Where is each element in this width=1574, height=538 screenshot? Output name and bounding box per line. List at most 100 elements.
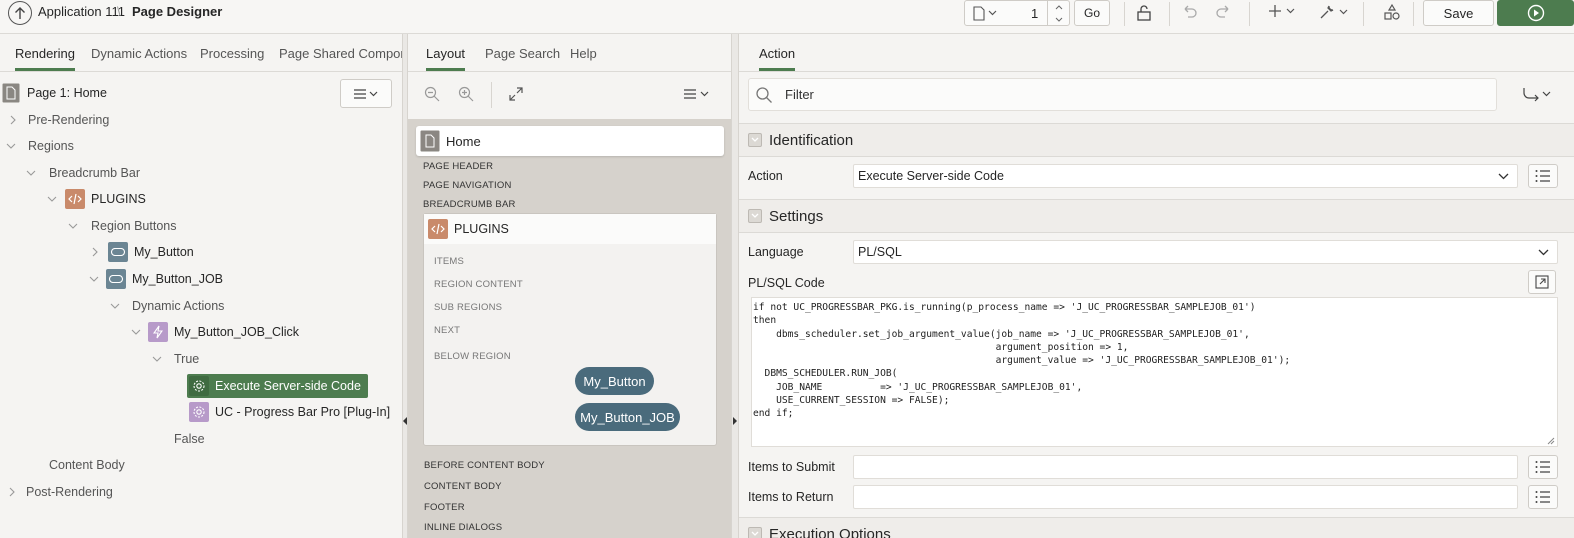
code-icon (65, 189, 85, 209)
tree-dynamic-actions[interactable]: Dynamic Actions (110, 294, 224, 318)
utilities-wrench-icon[interactable] (1318, 3, 1348, 21)
chevron-down-icon[interactable] (748, 209, 762, 223)
tree-false-branch[interactable]: False (174, 427, 205, 451)
chevron-down-icon (89, 276, 99, 282)
tree-my-button-job[interactable]: My_Button_JOB (89, 267, 223, 291)
zoom-in-icon[interactable] (458, 86, 474, 102)
breadcrumb-separator: \ (117, 4, 121, 19)
chevron-down-icon (988, 10, 997, 16)
tree-execute-server-side-code[interactable]: Execute Server-side Code (187, 374, 368, 398)
chevron-down-icon[interactable] (748, 527, 762, 538)
tree-regions[interactable]: Regions (6, 134, 74, 158)
left-tabbar: Rendering Dynamic Actions Processing Pag… (0, 34, 402, 72)
tree-post-rendering[interactable]: Post-Rendering (8, 480, 113, 504)
lock-icon[interactable] (1134, 3, 1154, 23)
expand-icon[interactable] (508, 86, 524, 102)
items-to-submit-label: Items to Submit (748, 460, 835, 474)
right-tabbar: Action (739, 34, 1574, 72)
shared-components-icon[interactable] (1383, 3, 1401, 21)
undo-icon[interactable] (1181, 3, 1199, 21)
tab-help[interactable]: Help (570, 46, 597, 61)
create-menu-icon[interactable] (1268, 4, 1295, 18)
language-select[interactable]: PL/SQL (853, 240, 1558, 264)
zoom-out-icon[interactable] (424, 86, 440, 102)
chevron-down-icon[interactable] (748, 133, 762, 147)
tab-layout[interactable]: Layout (426, 46, 466, 71)
items-to-return-field[interactable] (853, 485, 1518, 509)
tree-plugins-region[interactable]: PLUGINS (47, 187, 146, 211)
plsql-code-label: PL/SQL Code (748, 276, 825, 290)
home-page-box[interactable]: Home (416, 126, 724, 156)
action-label: Action (748, 169, 783, 183)
action-list-button[interactable] (1528, 164, 1558, 188)
go-button[interactable]: Go (1074, 0, 1110, 26)
go-to-group-icon[interactable] (1522, 86, 1552, 102)
up-icon[interactable] (8, 1, 32, 25)
list-icon (1535, 170, 1550, 182)
chevron-down-icon (1538, 249, 1549, 256)
chevron-down-icon (47, 196, 57, 202)
lightning-icon (148, 322, 168, 342)
items-to-return-list-button[interactable] (1528, 485, 1558, 509)
chevron-down-icon (131, 329, 141, 335)
tree-content-body[interactable]: Content Body (49, 453, 125, 477)
breadcrumb-app[interactable]: Application 111 (38, 4, 125, 19)
tree-my-button[interactable]: My_Button (91, 240, 194, 264)
breadcrumb-bar-position: BREADCRUMB BAR (423, 199, 516, 210)
my-button-job-pill[interactable]: My_Button_JOB (575, 403, 680, 431)
items-to-submit-list-button[interactable] (1528, 455, 1558, 479)
page-number-input[interactable]: 1 (1031, 6, 1038, 21)
chevron-down-icon (1498, 173, 1509, 180)
filter-field[interactable]: Filter (748, 78, 1497, 111)
resize-handle-icon (1547, 437, 1555, 445)
action-select[interactable]: Execute Server-side Code (853, 164, 1518, 188)
chevron-down-icon (152, 356, 162, 362)
play-icon (1527, 4, 1544, 22)
page-stepper[interactable] (1047, 1, 1069, 25)
right-splitter[interactable] (731, 34, 739, 538)
save-button[interactable]: Save (1423, 0, 1494, 26)
gear-icon (189, 402, 209, 422)
tab-processing[interactable]: Processing (200, 46, 264, 61)
tree-menu-button[interactable] (340, 79, 392, 108)
collapse-right-icon (733, 417, 737, 425)
page-icon (420, 130, 440, 152)
settings-section[interactable]: Settings (739, 199, 1574, 233)
page-navigation-position: PAGE NAVIGATION (423, 180, 512, 191)
tree-click-event[interactable]: My_Button_JOB_Click (131, 320, 299, 344)
plsql-code-editor[interactable]: if not UC_PROGRESSBAR_PKG.is_running(p_p… (751, 297, 1558, 447)
inline-dialogs-position: INLINE DIALOGS (424, 522, 503, 533)
tab-rendering[interactable]: Rendering (15, 46, 75, 71)
page-header-position: PAGE HEADER (423, 161, 494, 172)
tree-true-branch[interactable]: True (152, 347, 199, 371)
below-region-position: BELOW REGION (434, 351, 511, 362)
search-icon (756, 86, 772, 103)
my-button-pill[interactable]: My_Button (575, 367, 654, 395)
tree-region-buttons[interactable]: Region Buttons (68, 214, 176, 238)
page-title: Page Designer (132, 4, 223, 19)
identification-section[interactable]: Identification (739, 123, 1574, 157)
tree-breadcrumb-bar[interactable]: Breadcrumb Bar (26, 161, 140, 185)
tab-page-shared-components[interactable]: Page Shared Componen (279, 46, 402, 61)
tree-plugin-action[interactable]: UC - Progress Bar Pro [Plug-In] (189, 400, 390, 424)
tree-page-node[interactable]: Page 1: Home (2, 81, 107, 105)
tab-page-search[interactable]: Page Search (485, 46, 560, 61)
chevron-right-icon (92, 247, 98, 257)
footer-position: FOOTER (424, 502, 465, 513)
expand-editor-icon (1535, 275, 1549, 289)
run-button[interactable] (1497, 0, 1574, 26)
tab-action[interactable]: Action (759, 46, 796, 71)
tree-pre-rendering[interactable]: Pre-Rendering (8, 108, 109, 132)
redo-icon[interactable] (1214, 3, 1232, 21)
chevron-down-icon (6, 143, 16, 149)
page-icon (2, 83, 20, 103)
tab-dynamic-actions[interactable]: Dynamic Actions (91, 46, 187, 61)
items-position: ITEMS (434, 256, 465, 267)
code-editor-expand-button[interactable] (1528, 270, 1556, 294)
layout-menu-icon[interactable] (683, 88, 711, 100)
items-to-submit-field[interactable] (853, 455, 1518, 479)
chevron-down-icon (110, 303, 120, 309)
execution-options-section[interactable]: Execution Options (739, 517, 1574, 538)
page-selector[interactable]: 1 (964, 0, 1070, 26)
page-icon (973, 5, 985, 21)
